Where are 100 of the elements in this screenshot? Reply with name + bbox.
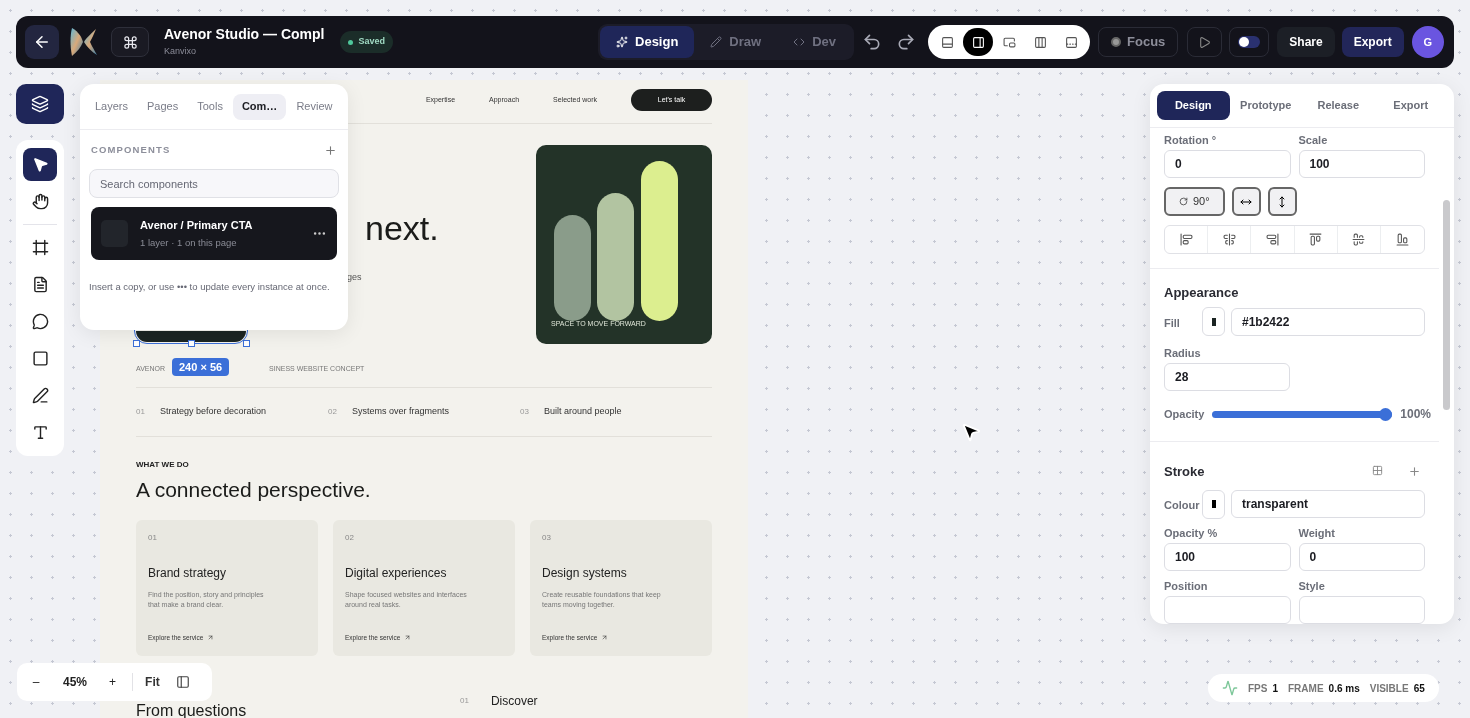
card-number: 01 — [148, 531, 158, 544]
size-badge: 240 × 56 — [172, 358, 230, 376]
section-heading: From questions — [136, 701, 248, 718]
play-icon — [1198, 35, 1212, 49]
user-avatar[interactable]: G — [1411, 26, 1444, 58]
panel-tab[interactable]: Pages — [138, 93, 188, 120]
scrollbar[interactable] — [1443, 200, 1450, 410]
back-button[interactable] — [25, 25, 59, 59]
comment-icon — [31, 313, 49, 330]
panel-tab[interactable]: Tools — [188, 93, 232, 120]
flip-horizontal-button[interactable] — [1231, 187, 1261, 216]
logo-icon — [69, 26, 99, 58]
stroke-swatch[interactable] — [1202, 489, 1225, 519]
sidebar-icon[interactable] — [175, 675, 190, 689]
redo-icon[interactable] — [896, 32, 916, 52]
arrow-icon — [601, 634, 609, 642]
fill-swatch[interactable] — [1202, 307, 1225, 336]
field-label: Rotation ° — [1164, 134, 1218, 147]
mode-tab[interactable]: Design — [600, 26, 695, 58]
panel-tab[interactable]: Review — [287, 93, 342, 120]
selection-handle[interactable] — [133, 340, 140, 347]
panel-bottom-icon — [940, 35, 954, 49]
tool-button[interactable] — [23, 148, 57, 181]
rectangle-icon — [31, 350, 49, 367]
field-label: Weight — [1298, 526, 1336, 540]
principle-label: Systems over fragments — [351, 404, 449, 418]
grid-icon[interactable] — [1372, 465, 1383, 477]
zoom-out-button[interactable]: – — [27, 673, 45, 691]
add-icon[interactable] — [324, 143, 337, 157]
hero-heading: next. — [365, 211, 439, 245]
panel-tab[interactable]: Export — [1374, 91, 1447, 120]
stat-value: 65 — [1413, 681, 1425, 696]
align-middle-icon — [1352, 233, 1366, 246]
principle-label: Built around people — [543, 404, 622, 418]
flip-vertical-button[interactable] — [1267, 187, 1297, 216]
panel-tab[interactable]: Layers — [86, 93, 138, 120]
selection-handle[interactable] — [243, 340, 250, 347]
panel-tab[interactable]: Prototype — [1229, 91, 1302, 120]
field-label: Style — [1298, 579, 1325, 592]
align-left-icon — [1179, 233, 1193, 246]
align-right-icon — [1265, 233, 1279, 246]
saved-status: Saved — [340, 31, 393, 53]
section-title: Appearance — [1164, 285, 1240, 301]
rotation-field[interactable]: 0 — [1164, 150, 1291, 178]
panel-right-icon — [971, 35, 985, 49]
page-icon — [31, 276, 49, 293]
fit-button[interactable]: Fit — [145, 673, 160, 691]
step-number: 01 — [460, 694, 469, 707]
card-number: 02 — [345, 531, 355, 544]
card-number: 03 — [542, 531, 552, 544]
arrow-icon — [207, 634, 215, 642]
pointer-icon — [31, 156, 49, 173]
field-label: Position — [1164, 579, 1208, 592]
principle-label: Strategy before decoration — [159, 404, 266, 418]
picture-in-picture-icon — [1002, 35, 1016, 49]
layers-icon — [31, 95, 49, 113]
layers-button[interactable] — [16, 84, 64, 124]
panel-tab[interactable]: Com… — [232, 93, 287, 120]
back-icon — [33, 33, 51, 51]
rotate-button[interactable]: 90° — [1164, 187, 1225, 216]
activity-icon — [1222, 680, 1238, 696]
selection-handle[interactable] — [188, 340, 195, 347]
undo-icon[interactable] — [862, 32, 882, 52]
focus-button[interactable]: Focus — [1098, 27, 1179, 57]
align-bottom-icon — [1395, 233, 1409, 246]
card-title: Brand strategy — [148, 564, 228, 582]
principle-number: 02 — [328, 405, 337, 418]
colour-field[interactable]: transparent — [1231, 490, 1425, 518]
panel-tab[interactable]: Design — [1157, 91, 1230, 120]
opacity-reading: 100% — [1400, 406, 1431, 423]
step-label: Discover — [490, 692, 538, 710]
card-title: Digital experiences — [345, 564, 448, 582]
slider-thumb[interactable] — [1379, 407, 1393, 421]
fill-field[interactable]: #1b2422 — [1231, 307, 1425, 336]
command-button[interactable] — [111, 27, 149, 57]
scale-field[interactable]: 100 — [1298, 150, 1425, 178]
section-title: Stroke — [1164, 463, 1205, 481]
component-item[interactable]: Avenor / Primary CTA 1 layer · 1 on this page — [91, 207, 337, 261]
toggle-switch[interactable] — [1238, 36, 1261, 48]
share-button[interactable]: Share — [1277, 27, 1335, 57]
layout-button[interactable] — [963, 28, 993, 56]
export-button[interactable]: Export — [1341, 27, 1404, 57]
field-label: Opacity — [1164, 407, 1205, 421]
document-title: Avenor Studio — Compl — [164, 25, 325, 43]
play-button[interactable] — [1187, 27, 1223, 57]
code-icon — [793, 36, 806, 48]
stat-label: FPS — [1248, 681, 1268, 696]
zoom-in-button[interactable]: + — [109, 673, 117, 691]
search-field[interactable]: Search components — [89, 169, 339, 199]
hint-text: Insert a copy, or use ••• to update every instance at once. — [89, 280, 331, 295]
selected-cta-button[interactable] — [136, 331, 246, 342]
sparkle-icon — [616, 36, 628, 48]
weight-field[interactable]: 0 — [1298, 542, 1425, 571]
component-name: Avenor / Primary CTA — [140, 217, 254, 233]
radius-field[interactable]: 28 — [1164, 363, 1290, 391]
stroke-opacity-field[interactable]: 100 — [1164, 542, 1291, 571]
panel-tab[interactable]: Release — [1302, 91, 1375, 120]
add-icon[interactable] — [1408, 465, 1421, 479]
principle-number: 03 — [520, 405, 529, 418]
component-meta: 1 layer · 1 on this page — [140, 236, 238, 251]
